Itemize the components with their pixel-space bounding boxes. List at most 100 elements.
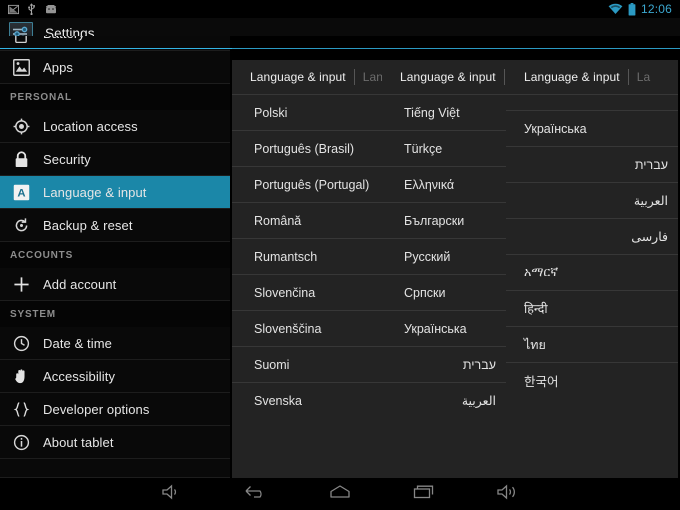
- wifi-icon: [608, 3, 623, 15]
- sidebar-item-label: Battery: [43, 36, 85, 41]
- list-item[interactable]: العربية: [506, 182, 678, 218]
- status-bar-clock: 12:06: [640, 2, 672, 16]
- list-item[interactable]: עברית: [382, 346, 506, 382]
- panel-1-header: Language & input Lan: [232, 60, 382, 94]
- recents-icon: [413, 484, 435, 505]
- action-bar-accent-line: [0, 48, 232, 49]
- apps-icon: [10, 56, 32, 78]
- list-item[interactable]: Tiếng Việt: [382, 94, 506, 130]
- sidebar-item-label: About tablet: [43, 434, 114, 450]
- volume-up-button[interactable]: [466, 478, 550, 510]
- list-item[interactable]: Português (Portugal): [232, 166, 382, 202]
- panel-1-language-list[interactable]: Polski Português (Brasil) Português (Por…: [232, 94, 382, 418]
- language-panel-1[interactable]: Language & input Lan Polski Português (B…: [232, 60, 382, 478]
- list-item[interactable]: Русский: [382, 238, 506, 274]
- panel-3-title: Language & input: [524, 70, 620, 84]
- list-item[interactable]: עברית: [506, 146, 678, 182]
- recents-button[interactable]: [382, 478, 466, 510]
- battery-icon: [628, 2, 636, 16]
- list-item[interactable]: Български: [382, 202, 506, 238]
- list-item[interactable]: Slovenčina: [232, 274, 382, 310]
- language-panel-2[interactable]: Language & input Tiếng Việt Türkçe Ελλην…: [382, 60, 506, 478]
- braces-icon: [10, 398, 32, 420]
- language-a-icon: A: [10, 181, 32, 203]
- list-item[interactable]: فارسی: [506, 218, 678, 254]
- list-item[interactable]: Українська: [506, 110, 678, 146]
- sidebar-item-label: Date & time: [43, 335, 113, 351]
- list-item[interactable]: 한국어: [506, 362, 678, 398]
- list-item[interactable]: Српски: [382, 274, 506, 310]
- list-item[interactable]: Suomi: [232, 346, 382, 382]
- backup-reset-icon: [10, 214, 32, 236]
- sidebar-item-language-and-input[interactable]: A Language & input: [0, 176, 230, 209]
- sidebar-item-label: Apps: [43, 59, 74, 75]
- list-item[interactable]: Українська: [382, 310, 506, 346]
- sidebar-item-developer-options[interactable]: Developer options: [0, 393, 230, 426]
- panel-3-next-title: La: [636, 70, 651, 84]
- settings-sidebar[interactable]: Battery Apps PERSONAL: [0, 36, 230, 478]
- sidebar-item-backup-and-reset[interactable]: Backup & reset: [0, 209, 230, 242]
- list-item[interactable]: Português (Brasil): [232, 130, 382, 166]
- status-bar: 12:06: [0, 0, 680, 18]
- list-item[interactable]: Svenska: [232, 382, 382, 418]
- sidebar-section-accounts: ACCOUNTS: [0, 242, 230, 268]
- language-panel-3[interactable]: Language & input La Українська עברית الع…: [506, 60, 678, 478]
- list-item[interactable]: हिन्दी: [506, 290, 678, 326]
- svg-text:A: A: [17, 187, 25, 199]
- panel-3-language-list[interactable]: Українська עברית العربية فارسی አማርኛ हिन्…: [506, 94, 678, 398]
- home-button[interactable]: [298, 478, 382, 510]
- panel-1-next-title: Lan: [362, 70, 382, 84]
- list-item[interactable]: Polski: [232, 94, 382, 130]
- volume-up-icon: [496, 484, 520, 505]
- sidebar-item-add-account[interactable]: Add account: [0, 268, 230, 301]
- sidebar-item-label: Add account: [43, 276, 117, 292]
- sidebar-item-about-tablet[interactable]: About tablet: [0, 426, 230, 459]
- list-item[interactable]: العربية: [382, 382, 506, 418]
- volume-down-icon: [161, 484, 183, 505]
- android-settings-screen: 12:06 Settings Apps PERSONAL Location ac…: [0, 0, 680, 510]
- back-button[interactable]: [214, 478, 298, 510]
- sidebar-bottom-filler: [0, 459, 230, 478]
- sidebar-item-label: Backup & reset: [43, 217, 133, 233]
- action-bar-accent-line-right: [232, 48, 680, 49]
- list-item[interactable]: Ελληνικά: [382, 166, 506, 202]
- panel-3-header: Language & input La: [506, 60, 678, 94]
- list-item[interactable]: Slovenščina: [232, 310, 382, 346]
- list-item[interactable]: ไทย: [506, 326, 678, 362]
- panel-2-title: Language & input: [400, 70, 496, 84]
- sidebar-item-label: Location access: [43, 118, 138, 134]
- android-icon: [44, 4, 58, 14]
- sidebar-item-date-and-time[interactable]: Date & time: [0, 327, 230, 360]
- sidebar-item-apps[interactable]: Apps: [0, 51, 230, 84]
- volume-down-button[interactable]: [130, 478, 214, 510]
- content-area: Battery Apps PERSONAL: [0, 36, 680, 478]
- panel-2-header: Language & input: [382, 60, 506, 94]
- usb-icon: [27, 3, 36, 15]
- hand-icon: [10, 365, 32, 387]
- sidebar-item-label: Accessibility: [43, 368, 116, 384]
- info-icon: [10, 431, 32, 453]
- system-navigation-bar[interactable]: [0, 478, 680, 510]
- sidebar-item-label: Language & input: [43, 184, 147, 200]
- list-item[interactable]: Türkçe: [382, 130, 506, 166]
- list-item[interactable]: [506, 94, 678, 110]
- list-item[interactable]: አማርኛ: [506, 254, 678, 290]
- panel-2-header-divider: [503, 69, 505, 85]
- panel-3-header-divider: [627, 69, 629, 85]
- panel-1-header-divider: [353, 69, 355, 85]
- sidebar-item-location-access[interactable]: Location access: [0, 110, 230, 143]
- clock-icon: [10, 332, 32, 354]
- list-item[interactable]: Română: [232, 202, 382, 238]
- lock-icon: [10, 148, 32, 170]
- panel-2-language-list[interactable]: Tiếng Việt Türkçe Ελληνικά Български Рус…: [382, 94, 506, 418]
- home-icon: [328, 484, 352, 505]
- back-arrow-icon: [244, 484, 268, 505]
- sidebar-item-security[interactable]: Security: [0, 143, 230, 176]
- battery-icon: [10, 36, 32, 45]
- list-item[interactable]: Rumantsch: [232, 238, 382, 274]
- sidebar-section-personal: PERSONAL: [0, 84, 230, 110]
- language-panel-stack: Language & input Lan Polski Português (B…: [230, 36, 680, 478]
- sidebar-item-label: Developer options: [43, 401, 150, 417]
- sidebar-item-accessibility[interactable]: Accessibility: [0, 360, 230, 393]
- status-bar-right-icons: 12:06: [608, 2, 680, 16]
